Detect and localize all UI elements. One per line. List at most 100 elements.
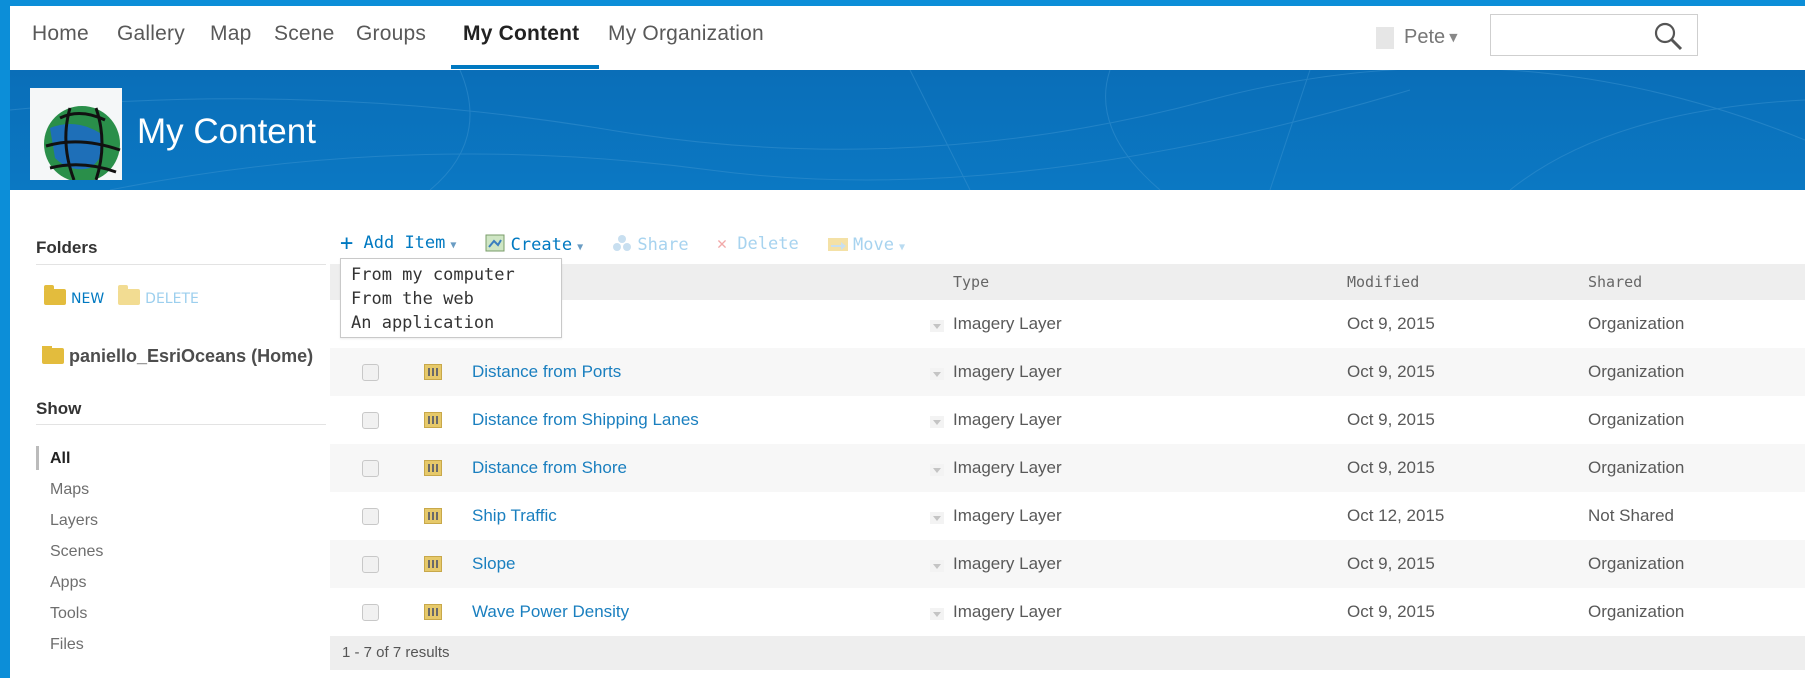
nav-gallery[interactable]: Gallery xyxy=(117,22,185,46)
filter-tools[interactable]: Tools xyxy=(50,598,103,629)
item-title[interactable]: Wave Power Density xyxy=(472,602,629,622)
filter-apps[interactable]: Apps xyxy=(50,567,103,598)
folder-add-icon xyxy=(44,285,66,305)
new-folder-button[interactable]: NEW xyxy=(44,285,105,307)
filter-layers[interactable]: Layers xyxy=(50,505,103,536)
row-checkbox[interactable] xyxy=(362,364,379,381)
table-footer: 1 - 7 of 7 results xyxy=(330,636,1805,670)
nav-map[interactable]: Map xyxy=(210,22,251,46)
folder-item-home[interactable]: paniello_EsriOceans (Home) xyxy=(42,346,330,367)
column-header-type[interactable]: Type xyxy=(953,273,989,291)
table-row[interactable]: Ship Traffic Imagery Layer Oct 12, 2015 … xyxy=(330,492,1805,540)
user-menu[interactable]: Pete ▼ xyxy=(1376,26,1458,54)
nav-my-content[interactable]: My Content xyxy=(463,22,579,46)
create-map-icon xyxy=(485,234,505,251)
item-title[interactable]: Distance from Shore xyxy=(472,458,627,478)
row-menu-icon[interactable] xyxy=(930,320,944,332)
filter-files[interactable]: Files xyxy=(50,629,103,660)
item-shared: Organization xyxy=(1588,410,1685,429)
item-title[interactable]: Distance from Ports xyxy=(472,362,621,382)
imagery-layer-icon xyxy=(424,364,442,380)
filter-all[interactable]: All xyxy=(50,443,103,474)
folders-heading: Folders xyxy=(36,238,98,257)
page-title: My Content xyxy=(137,112,316,151)
table-row[interactable]: Distance from Ports Imagery Layer Oct 9,… xyxy=(330,348,1805,396)
nav-home[interactable]: Home xyxy=(32,22,89,46)
column-header-modified[interactable]: Modified xyxy=(1347,273,1419,291)
chevron-down-icon: ▼ xyxy=(898,241,905,253)
item-modified: Oct 9, 2015 xyxy=(1347,314,1435,333)
share-label: Share xyxy=(637,234,689,255)
nav-my-organization[interactable]: My Organization xyxy=(608,22,764,46)
item-title[interactable]: Ship Traffic xyxy=(472,506,557,526)
row-checkbox[interactable] xyxy=(362,556,379,573)
content-toolbar: + Add Item ▼ Create ▼ Share ✕ Delete Move ▼ xyxy=(340,231,923,259)
delete-button[interactable]: ✕ Delete xyxy=(717,234,799,254)
filter-scenes[interactable]: Scenes xyxy=(50,536,103,567)
item-modified: Oct 9, 2015 xyxy=(1347,602,1435,621)
menu-item-from-computer[interactable]: From my computer xyxy=(351,263,561,287)
add-item-menu: From my computer From the web An applica… xyxy=(340,258,562,338)
row-menu-icon[interactable] xyxy=(930,512,944,524)
item-shared: Organization xyxy=(1588,362,1685,381)
item-shared: Organization xyxy=(1588,554,1685,573)
nav-groups[interactable]: Groups xyxy=(356,22,426,46)
item-type: Imagery Layer xyxy=(953,506,1062,525)
item-modified: Oct 12, 2015 xyxy=(1347,506,1445,525)
active-tab-indicator xyxy=(451,65,599,69)
item-type: Imagery Layer xyxy=(953,602,1062,621)
create-button[interactable]: Create ▼ xyxy=(485,233,583,255)
item-title[interactable]: Slope xyxy=(472,554,515,574)
move-button[interactable]: Move ▼ xyxy=(827,233,905,255)
row-checkbox[interactable] xyxy=(362,412,379,429)
nav-scene[interactable]: Scene xyxy=(274,22,335,46)
divider xyxy=(36,264,326,265)
row-checkbox[interactable] xyxy=(362,460,379,477)
avatar xyxy=(1376,26,1394,49)
search-icon[interactable] xyxy=(1653,21,1683,51)
divider xyxy=(36,424,326,425)
item-shared: Organization xyxy=(1588,458,1685,477)
row-checkbox[interactable] xyxy=(362,604,379,621)
item-type: Imagery Layer xyxy=(953,362,1062,381)
item-title[interactable]: Distance from Shipping Lanes xyxy=(472,410,699,430)
active-filter-indicator xyxy=(36,446,39,470)
imagery-layer-icon xyxy=(424,508,442,524)
item-type: Imagery Layer xyxy=(953,554,1062,573)
table-row[interactable]: Distance from Shore Imagery Layer Oct 9,… xyxy=(330,444,1805,492)
table-row[interactable]: Slope Imagery Layer Oct 9, 2015 Organiza… xyxy=(330,540,1805,588)
new-folder-label: NEW xyxy=(71,291,105,307)
row-menu-icon[interactable] xyxy=(930,560,944,572)
show-heading: Show xyxy=(36,399,82,418)
delete-folder-button[interactable]: DELETE xyxy=(118,285,199,307)
table-row[interactable]: Wave Power Density Imagery Layer Oct 9, … xyxy=(330,588,1805,636)
folder-actions: NEW DELETE xyxy=(44,285,199,307)
menu-item-application[interactable]: An application xyxy=(351,311,561,335)
add-item-button[interactable]: + Add Item ▼ xyxy=(340,231,456,256)
row-menu-icon[interactable] xyxy=(930,416,944,428)
filter-maps[interactable]: Maps xyxy=(50,474,103,505)
search-input[interactable] xyxy=(1490,14,1698,56)
item-modified: Oct 9, 2015 xyxy=(1347,458,1435,477)
table-row[interactable]: Distance from Shipping Lanes Imagery Lay… xyxy=(330,396,1805,444)
item-shared: Organization xyxy=(1588,314,1685,333)
chevron-down-icon: ▼ xyxy=(577,241,584,253)
imagery-layer-icon xyxy=(424,412,442,428)
row-menu-icon[interactable] xyxy=(930,368,944,380)
app-frame: Home Gallery Map Scene Groups My Content… xyxy=(10,6,1805,678)
row-menu-icon[interactable] xyxy=(930,608,944,620)
item-modified: Oct 9, 2015 xyxy=(1347,410,1435,429)
menu-item-from-web[interactable]: From the web xyxy=(351,287,561,311)
imagery-layer-icon xyxy=(424,604,442,620)
globe-icon xyxy=(30,88,122,182)
delete-folder-label: DELETE xyxy=(145,291,199,307)
item-type: Imagery Layer xyxy=(953,458,1062,477)
row-menu-icon[interactable] xyxy=(930,464,944,476)
imagery-layer-icon xyxy=(424,556,442,572)
share-button[interactable]: Share xyxy=(611,233,689,255)
user-name: Pete xyxy=(1404,26,1446,48)
row-checkbox[interactable] xyxy=(362,508,379,525)
column-header-shared[interactable]: Shared xyxy=(1588,273,1642,291)
chevron-down-icon: ▼ xyxy=(450,240,457,251)
move-folder-icon xyxy=(827,237,848,251)
